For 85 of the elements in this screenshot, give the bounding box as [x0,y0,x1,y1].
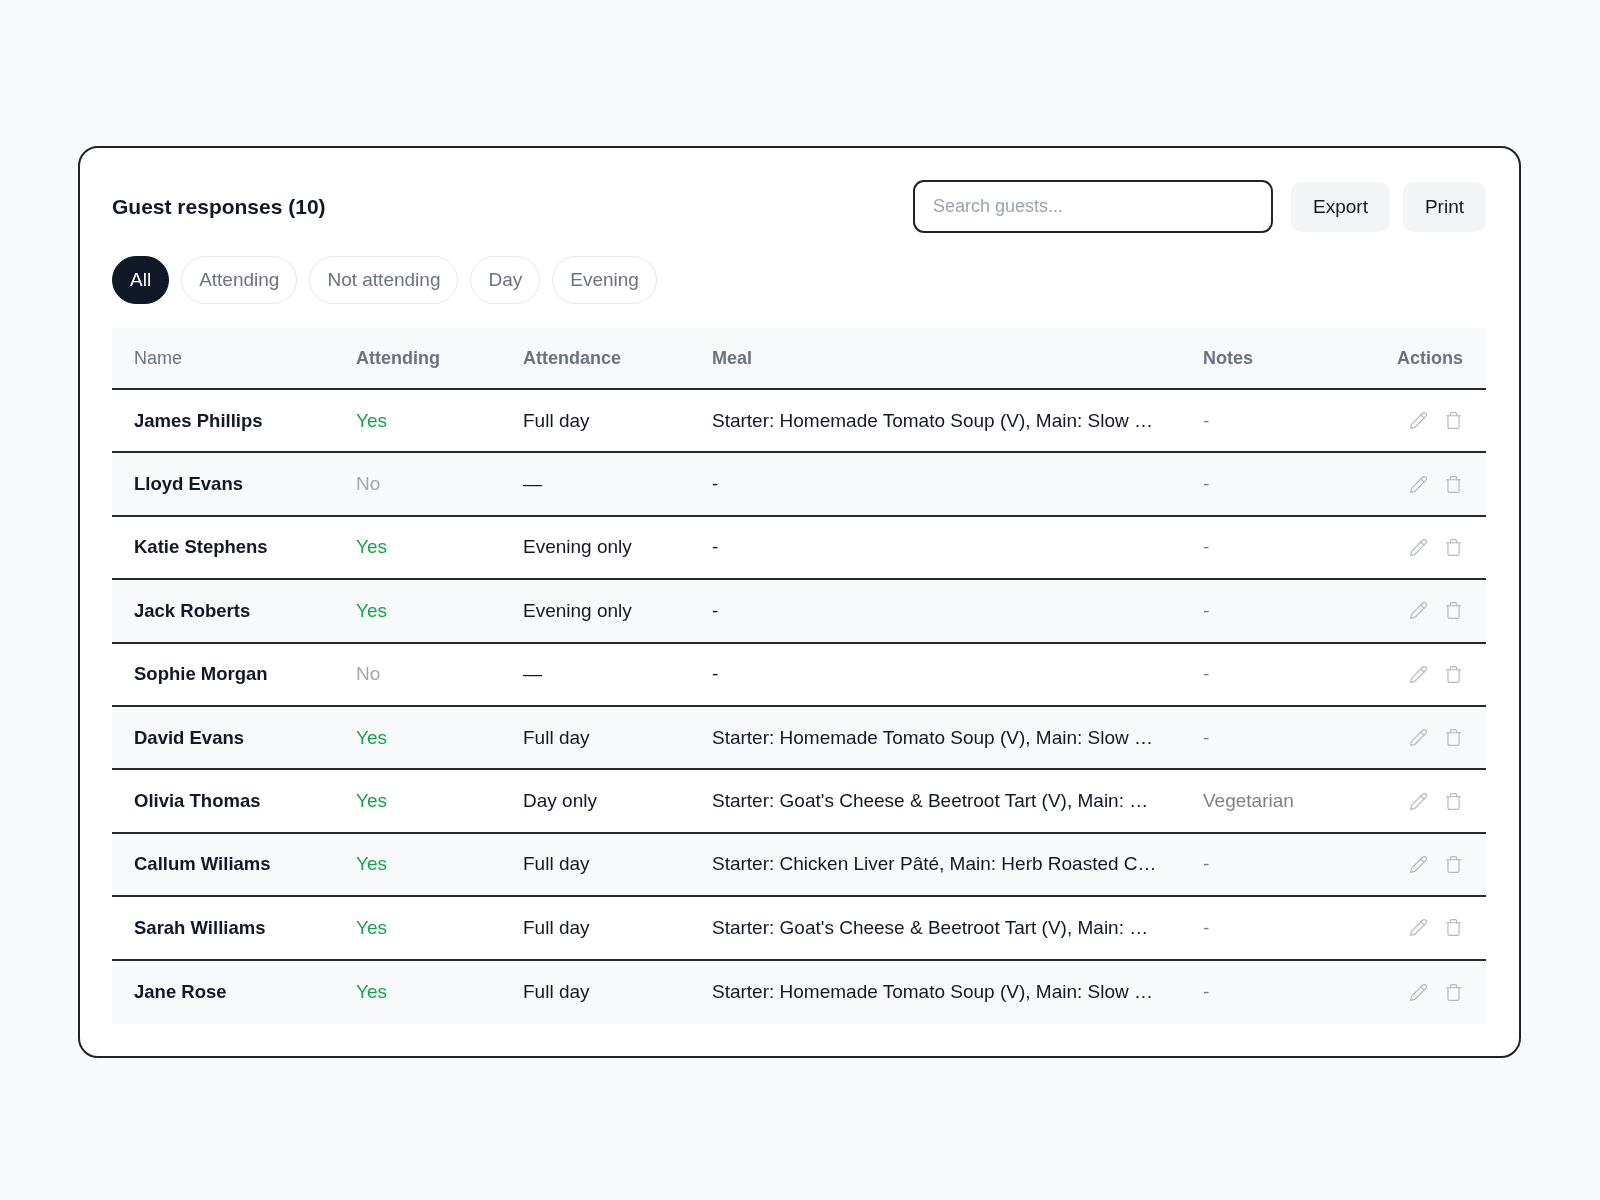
meal-choice: - [712,599,719,622]
guest-name: Jack Roberts [134,599,251,622]
trash-icon[interactable] [1444,982,1463,1002]
pencil-icon[interactable] [1409,728,1428,748]
print-button[interactable]: Print [1402,181,1486,232]
guest-name: Callum Wiliams [134,853,271,876]
attendance-type: Full day [523,981,590,1004]
search-field[interactable]: Search guests... [913,180,1273,233]
notes-text: - [1203,409,1210,432]
trash-icon[interactable] [1444,664,1463,684]
attendance-type: Full day [523,916,590,939]
pencil-icon[interactable] [1409,791,1428,811]
guest-name: Lloyd Evans [134,473,243,496]
attendance-type: Full day [523,726,590,749]
filter-tab[interactable]: All [112,256,170,304]
notes-text: - [1203,726,1210,749]
trash-icon[interactable] [1444,791,1463,811]
meal-choice: Starter: Homemade Tomato Soup (V), Main: Slow … [712,409,1154,432]
guest-name: Olivia Thomas [134,790,261,813]
attending-status: No [356,473,381,496]
pencil-icon[interactable] [1409,411,1428,431]
pencil-icon[interactable] [1409,854,1428,874]
column-header: Notes [1203,347,1253,369]
column-header: Name [134,347,182,369]
attendance-type: — [523,473,542,496]
attending-status: Yes [356,981,387,1004]
notes-text: - [1203,916,1210,939]
notes-text: - [1203,981,1210,1004]
trash-icon[interactable] [1444,918,1463,938]
column-header: Meal [712,347,753,369]
guest-name: David Evans [134,726,245,749]
guest-name: Jane Rose [134,981,227,1004]
notes-text: - [1203,663,1210,686]
trash-icon[interactable] [1444,411,1463,431]
meal-choice: Starter: Chicken Liver Pâté, Main: Herb Roasted C… [712,853,1157,876]
pencil-icon[interactable] [1409,982,1428,1002]
meal-choice: - [712,663,719,686]
trash-icon[interactable] [1444,537,1463,557]
guest-name: Sarah Williams [134,916,266,939]
guest-name: James Phillips [134,409,263,432]
pencil-icon[interactable] [1409,918,1428,938]
trash-icon[interactable] [1444,601,1463,621]
attending-status: Yes [356,790,387,813]
attendance-type: — [523,663,542,686]
filter-tab[interactable]: Attending [181,256,298,304]
notes-text: - [1203,853,1210,876]
notes-text: - [1203,599,1210,622]
attendance-type: Evening only [523,599,632,622]
pencil-icon[interactable] [1409,474,1428,494]
attendance-type: Day only [523,790,597,813]
filter-tab[interactable]: Day [470,256,541,304]
trash-icon[interactable] [1444,728,1463,748]
meal-choice: - [712,473,719,496]
guest-name: Sophie Morgan [134,663,268,686]
attendance-type: Evening only [523,536,632,559]
attendance-type: Full day [523,409,590,432]
column-header: Attendance [523,347,621,369]
notes-text: Vegetarian [1203,790,1294,813]
pencil-icon[interactable] [1409,601,1428,621]
guest-name: Katie Stephens [134,536,268,559]
attending-status: Yes [356,536,387,559]
column-header: Actions [1397,347,1463,369]
filter-tab[interactable]: Not attending [309,256,459,304]
attending-status: Yes [356,853,387,876]
attendance-type: Full day [523,853,590,876]
meal-choice: Starter: Goat's Cheese & Beetroot Tart (V), Main: … [712,790,1149,813]
meal-choice: Starter: Homemade Tomato Soup (V), Main: Slow … [712,726,1154,749]
pencil-icon[interactable] [1409,537,1428,557]
attending-status: Yes [356,726,387,749]
trash-icon[interactable] [1444,854,1463,874]
attending-status: Yes [356,599,387,622]
column-header: Attending [356,347,440,369]
trash-icon[interactable] [1444,474,1463,494]
meal-choice: Starter: Homemade Tomato Soup (V), Main: Slow … [712,981,1154,1004]
notes-text: - [1203,473,1210,496]
meal-choice: Starter: Goat's Cheese & Beetroot Tart (V), Main: … [712,916,1149,939]
pencil-icon[interactable] [1409,664,1428,684]
filter-tab[interactable]: Evening [552,256,657,304]
export-button[interactable]: Export [1291,181,1390,232]
notes-text: - [1203,536,1210,559]
attending-status: Yes [356,409,387,432]
card-title: Guest responses (10) [112,194,326,219]
meal-choice: - [712,536,719,559]
attending-status: No [356,663,381,686]
attending-status: Yes [356,916,387,939]
